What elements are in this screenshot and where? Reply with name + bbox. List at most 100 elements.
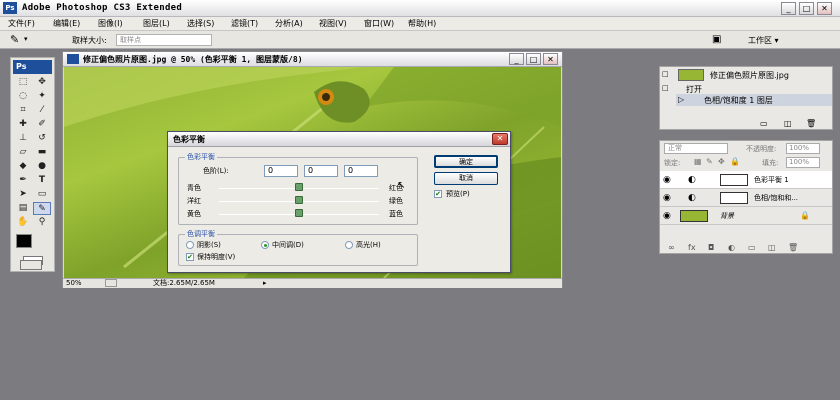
level-input-cyan-red[interactable]: 0 [264,165,298,177]
doc-close-button[interactable]: ✕ [543,53,558,65]
new-layer-icon[interactable]: ◫ [768,243,776,253]
eyedropper-tool-icon[interactable]: ✎ [33,202,51,215]
preserve-luminosity-checkbox[interactable]: ✔ [186,253,194,261]
menu-view[interactable]: 视图(V) [319,18,347,30]
menu-select[interactable]: 选择(S) [187,18,214,30]
preview-label[interactable]: 预览(P) [446,189,470,199]
history-source-icon[interactable]: □ [662,84,669,92]
clone-stamp-tool-icon[interactable]: ⊥ [14,132,32,145]
workspace-button[interactable]: 工作区 ▾ [748,35,779,46]
menu-filter[interactable]: 滤镜(T) [231,18,258,30]
eyedropper-icon[interactable]: ✎ [10,33,19,46]
marquee-tool-icon[interactable]: ⬚ [14,76,32,89]
radio-highlights[interactable] [345,241,353,249]
layer-mask-thumbnail[interactable] [720,192,748,204]
menu-image[interactable]: 图像(I) [98,18,123,30]
status-menu-arrow-icon[interactable]: ▸ [263,279,267,288]
lock-image-icon[interactable]: ✎ [706,157,713,166]
visibility-eye-icon[interactable]: ◉ [663,207,671,225]
layer-mask-thumbnail[interactable] [720,174,748,186]
ok-button[interactable]: 确定 [434,155,498,168]
doc-minimize-button[interactable]: _ [509,53,524,65]
pen-tool-icon[interactable]: ✒ [14,174,32,187]
layer-name[interactable]: 色彩平衡 1 [754,171,789,189]
blend-mode-select[interactable]: 正常 [664,143,728,154]
radio-shadows[interactable] [186,241,194,249]
menu-analysis[interactable]: 分析(A) [275,18,303,30]
lock-transparent-icon[interactable]: ▦ [694,157,702,166]
radio-midtones-label[interactable]: 中间调(D) [272,240,304,250]
layer-name[interactable]: 背景 [720,207,734,225]
status-preview-icon[interactable] [105,279,117,287]
path-selection-tool-icon[interactable]: ➤ [14,188,32,201]
slider-thumb-cyan-red[interactable] [295,183,303,191]
minimize-button[interactable]: _ [781,2,796,15]
slider-thumb-magenta-green[interactable] [295,196,303,204]
visibility-eye-icon[interactable]: ◉ [663,189,671,207]
palette-well-icon[interactable]: ▣ [712,34,721,45]
preserve-luminosity-label[interactable]: 保持明度(V) [197,252,235,262]
layer-row-background[interactable]: ◉ 背景 🔒 [660,207,832,225]
delete-state-icon[interactable]: 🗑 [806,119,816,128]
document-title-bar[interactable]: 修正偏色照片原图.jpg @ 50% (色彩平衡 1, 图层蒙版/8) _ □ … [63,52,562,67]
level-input-yellow-blue[interactable]: 0 [344,165,378,177]
menu-window[interactable]: 窗口(W) [364,18,394,30]
menu-help[interactable]: 帮助(H) [408,18,436,30]
lock-position-icon[interactable]: ✥ [718,157,725,166]
restore-button[interactable]: □ [799,2,814,15]
sample-size-select[interactable]: 取样点 [116,34,212,46]
history-brush-tool-icon[interactable]: ↺ [33,132,51,145]
slider-thumb-yellow-blue[interactable] [295,209,303,217]
close-button[interactable]: ✕ [817,2,832,15]
dodge-tool-icon[interactable]: ● [33,160,51,173]
notes-tool-icon[interactable]: ▤ [14,202,32,215]
dialog-close-button[interactable]: ✕ [492,133,508,145]
healing-brush-tool-icon[interactable]: ✚ [14,118,32,131]
new-document-from-state-icon[interactable]: ▭ [760,119,768,128]
preview-checkbox[interactable]: ✔ [434,190,442,198]
eraser-tool-icon[interactable]: ▱ [14,146,32,159]
crop-tool-icon[interactable]: ⌗ [14,104,32,117]
menu-file[interactable]: 文件(F) [8,18,35,30]
zoom-tool-icon[interactable]: ⚲ [33,216,51,229]
new-adjustment-layer-icon[interactable]: ◐ [728,243,735,253]
lock-all-icon[interactable]: 🔒 [730,157,740,166]
screen-mode-icon[interactable] [20,260,42,270]
lasso-tool-icon[interactable]: ◌ [14,90,32,103]
foreground-color-swatch[interactable] [16,234,32,248]
level-input-magenta-green[interactable]: 0 [304,165,338,177]
hand-tool-icon[interactable]: ✋ [14,216,32,229]
radio-midtones[interactable] [261,241,269,249]
add-mask-icon[interactable]: ◘ [708,243,714,253]
fill-input[interactable]: 100% [786,157,820,168]
menu-edit[interactable]: 编辑(E) [53,18,80,30]
menu-layer[interactable]: 图层(L) [143,18,170,30]
doc-restore-button[interactable]: □ [526,53,541,65]
history-snapshot-name[interactable]: 修正偏色照片原图.jpg [710,70,789,81]
radio-shadows-label[interactable]: 阴影(S) [197,240,221,250]
cancel-button[interactable]: 取消 [434,172,498,185]
shape-tool-icon[interactable]: ▭ [33,188,51,201]
layer-name[interactable]: 色相/饱和和... [754,189,798,207]
opacity-input[interactable]: 100% [786,143,820,154]
slice-tool-icon[interactable]: ⁄ [33,104,51,117]
zoom-level[interactable]: 50% [66,279,82,288]
history-source-icon[interactable]: □ [662,70,669,78]
magic-wand-tool-icon[interactable]: ✦ [33,90,51,103]
layer-row-color-balance[interactable]: ◉ ◐ 色彩平衡 1 [660,171,832,189]
new-group-icon[interactable]: ▭ [748,243,756,253]
chevron-down-icon[interactable]: ▾ [24,35,28,43]
type-tool-icon[interactable]: T [33,174,51,187]
layer-row-hue-saturation[interactable]: ◉ ◐ 色相/饱和和... [660,189,832,207]
history-item-hue-saturation[interactable]: 色相/饱和度 1 图层 [704,95,773,106]
blur-tool-icon[interactable]: ◆ [14,160,32,173]
gradient-tool-icon[interactable]: ▬ [33,146,51,159]
layer-style-icon[interactable]: fx [688,243,696,253]
dialog-title-bar[interactable]: 色彩平衡 ✕ [168,132,510,147]
delete-layer-icon[interactable]: 🗑 [788,243,798,253]
move-tool-icon[interactable]: ✥ [33,76,51,89]
link-layers-icon[interactable]: ∞ [668,243,675,253]
visibility-eye-icon[interactable]: ◉ [663,171,671,189]
brush-tool-icon[interactable]: ✐ [33,118,51,131]
create-snapshot-icon[interactable]: ◫ [784,119,792,128]
